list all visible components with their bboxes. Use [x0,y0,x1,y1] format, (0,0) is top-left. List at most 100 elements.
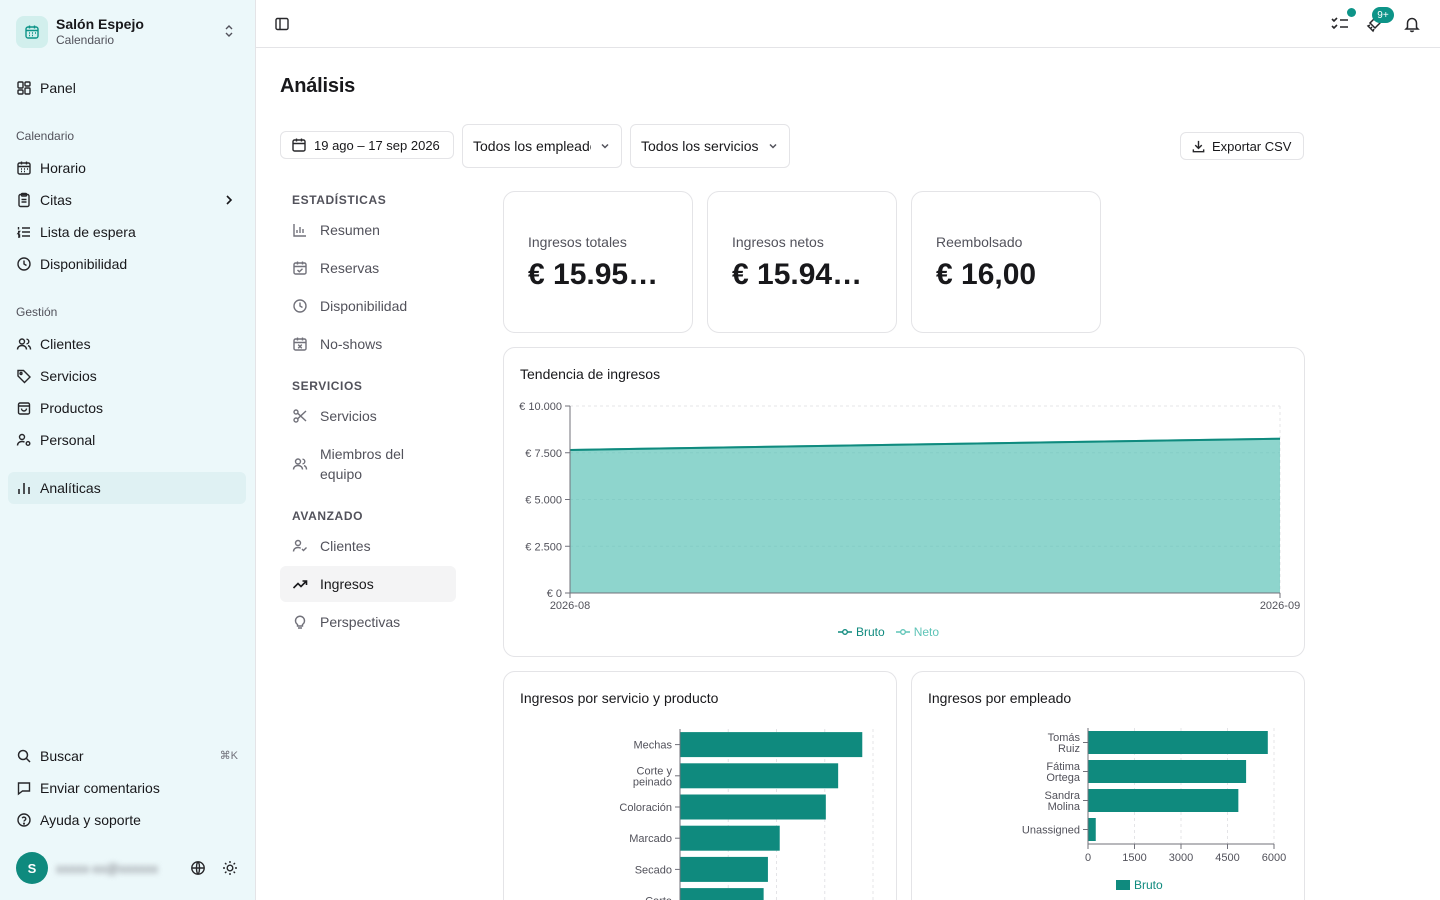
clock-icon [292,298,308,314]
list-ordered-icon [16,224,32,240]
subnav-item-label: Clientes [320,538,371,554]
export-csv-button[interactable]: Exportar CSV [1180,132,1304,160]
sidebar-item-panel[interactable]: Panel [8,72,246,104]
topbar: 9+ [256,0,1440,48]
category-label: Coloración [619,802,672,814]
subnav-item-label: No-shows [320,336,383,352]
calendar-x-icon [292,336,308,352]
user-email: xxxxx-xx@xxxxxx [56,860,159,876]
clock-icon [16,256,32,272]
category-label: Sandra Molina [1045,790,1081,813]
sidebar-item-feedback[interactable]: Enviar comentarios [8,772,246,804]
trending-up-icon [292,576,308,592]
legend-label: Bruto [1134,878,1163,892]
sidebar-item-label: Horario [40,160,86,176]
bar [1088,789,1239,812]
bar [680,732,863,758]
y-tick-label: € 5.000 [525,495,562,507]
subnav-item-clientes[interactable]: Clientes [280,528,456,564]
bar [1088,731,1268,754]
employee-select-value: Todos los empleados [473,138,591,154]
sidebar-toggle-icon[interactable] [274,16,290,32]
category-label-line: Marcado [629,833,672,845]
sidebar-item-label: Clientes [40,336,91,352]
legend-line-icon [838,628,852,636]
stat-label: Ingresos netos [732,234,824,250]
revenue-trend-card: Tendencia de ingresos € 0 € 2.500 € 5.000 €… [503,347,1305,657]
layout-dashboard-icon [16,80,32,96]
user-menu[interactable]: S xxxxx-xx@xxxxxx [16,852,246,884]
sidebar-item-servicios[interactable]: Servicios [8,360,246,392]
sidebar-item-label: Disponibilidad [40,256,128,272]
globe-icon[interactable] [190,860,206,876]
service-select[interactable]: Todos los servicios [630,124,790,168]
subnav-item-perspectivas[interactable]: Perspectivas [280,604,456,640]
export-csv-label: Exportar CSV [1212,138,1292,154]
bar [680,763,839,789]
subnav-item-disponibilidad[interactable]: Disponibilidad [280,288,456,324]
category-label: Corte [645,896,672,900]
users-icon [292,456,308,472]
category-label-line: Corte [645,896,672,900]
subnav-item-miembros[interactable]: Miembros del equipo [280,436,456,492]
subnav-item-ingresos[interactable]: Ingresos [280,566,456,602]
shortcut-hint: ⌘K [219,750,238,762]
sidebar-item-label: Lista de espera [40,224,136,240]
chevron-down-icon [767,140,779,152]
sidebar-item-productos[interactable]: Productos [8,392,246,424]
sidebar-item-lista-de-espera[interactable]: Lista de espera [8,216,246,248]
category-label: Unassigned [1022,825,1080,837]
chevron-down-icon [599,140,611,152]
tasks-icon[interactable] [1330,15,1350,33]
tag-icon [16,368,32,384]
x-tick-label: 0 [1085,852,1091,864]
bell-icon[interactable] [1403,15,1421,33]
legend-swatch [1116,880,1130,890]
x-tick-label: 2026-09 [1260,600,1300,612]
subnav-item-no-shows[interactable]: No-shows [280,326,456,362]
notification-count-badge: 9+ [1372,7,1394,23]
bar-chart-icon [292,222,308,238]
stat-card-total: Ingresos totales € 15.95… [503,191,693,333]
user-check-icon [292,538,308,554]
x-tick-label: 1500 [1122,852,1146,864]
help-circle-icon [16,812,32,828]
employee-select[interactable]: Todos los empleados [462,124,622,168]
sidebar-item-label: Servicios [40,368,97,384]
sidebar-item-horario[interactable]: Horario [8,152,246,184]
avatar: S [16,852,48,884]
bar [680,825,780,851]
subnav-group-stats: ESTADÍSTICAS [292,193,387,207]
subnav-item-servicios[interactable]: Servicios [280,398,456,434]
sidebar-item-disponibilidad[interactable]: Disponibilidad [8,248,246,280]
stat-card-refund: Reembolsado € 16,00 [911,191,1101,333]
tasks-indicator [1347,8,1356,17]
subnav-group-services: SERVICIOS [292,379,363,393]
subnav-item-label: Servicios [320,408,377,424]
stat-label: Ingresos totales [528,234,627,250]
sidebar-item-label: Personal [40,432,96,448]
date-range-picker[interactable]: 19 ago – 17 sep 2026 [280,131,454,159]
subnav-item-resumen[interactable]: Resumen [280,212,456,248]
org-switcher[interactable]: Salón Espejo Calendario [16,14,244,50]
category-label-line: Coloración [619,802,672,814]
sidebar-item-clientes[interactable]: Clientes [8,328,246,360]
sidebar-item-label: Citas [40,192,72,208]
sun-icon[interactable] [222,860,238,876]
sidebar-item-buscar[interactable]: Buscar ⌘K [8,740,246,772]
org-subtitle: Calendario [56,33,115,48]
sidebar-item-help[interactable]: Ayuda y soporte [8,804,246,836]
chart-legend: Bruto Neto [838,625,939,639]
sidebar-item-label: Panel [40,80,76,96]
sidebar-item-citas[interactable]: Citas [8,184,246,216]
sidebar-item-personal[interactable]: Personal [8,424,246,456]
legend-label: Bruto [856,625,885,639]
calendar-check-icon [292,260,308,276]
sidebar-item-analiticas[interactable]: Analíticas [8,472,246,504]
x-tick-label: 2026-08 [550,600,590,612]
category-label-line: Secado [635,864,672,876]
subnav-item-label: Resumen [320,222,380,238]
subnav-item-reservas[interactable]: Reservas [280,250,456,286]
download-icon [1191,139,1206,154]
calendar-icon [291,137,307,153]
